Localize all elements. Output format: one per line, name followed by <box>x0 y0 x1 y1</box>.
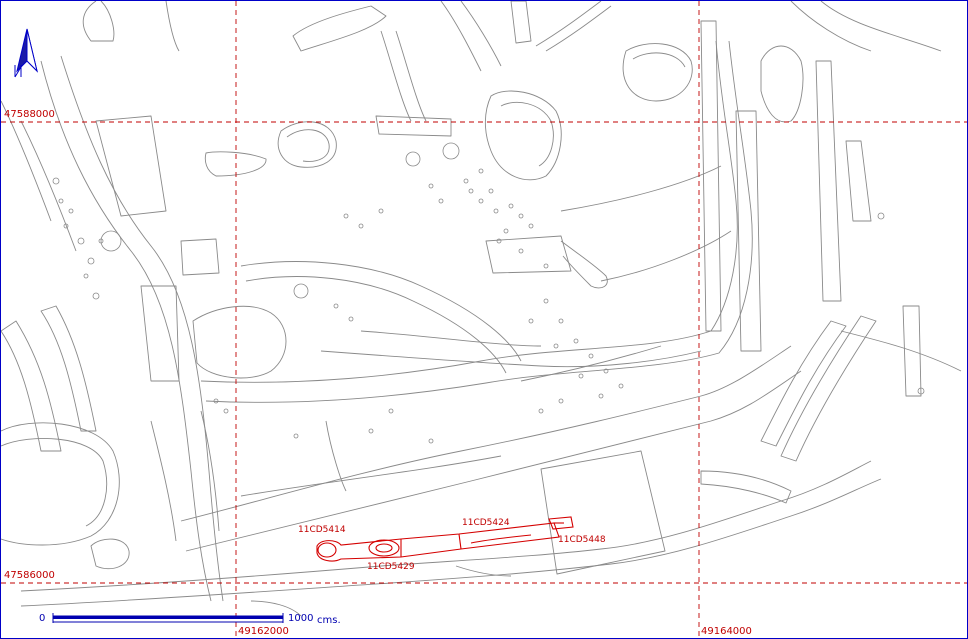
grid-label-x-49162000: 49162000 <box>238 626 289 637</box>
north-arrow-icon <box>14 28 38 78</box>
feature-label-11cd5424[interactable]: 11CD5424 <box>462 518 510 529</box>
feature-label-11cd5414[interactable]: 11CD5414 <box>298 525 346 536</box>
scale-end-label: 1000 <box>288 613 314 624</box>
grid-label-y-47586000: 47586000 <box>4 570 55 581</box>
scale-bar <box>52 613 284 623</box>
coordinate-grid <box>1 1 967 638</box>
scale-unit-label: cms. <box>317 615 341 626</box>
feature-label-11cd5448[interactable]: 11CD5448 <box>558 535 606 546</box>
trackway-plan <box>1 1 967 638</box>
scale-start-label: 0 <box>39 613 46 624</box>
highlighted-features <box>316 516 574 562</box>
grid-label-x-49164000: 49164000 <box>701 626 752 637</box>
scatter-finds <box>52 142 925 444</box>
map-canvas[interactable]: 47588000 47586000 49162000 49164000 11CD… <box>0 0 968 639</box>
grid-label-y-47588000: 47588000 <box>4 109 55 120</box>
feature-label-11cd5429[interactable]: 11CD5429 <box>367 562 415 573</box>
